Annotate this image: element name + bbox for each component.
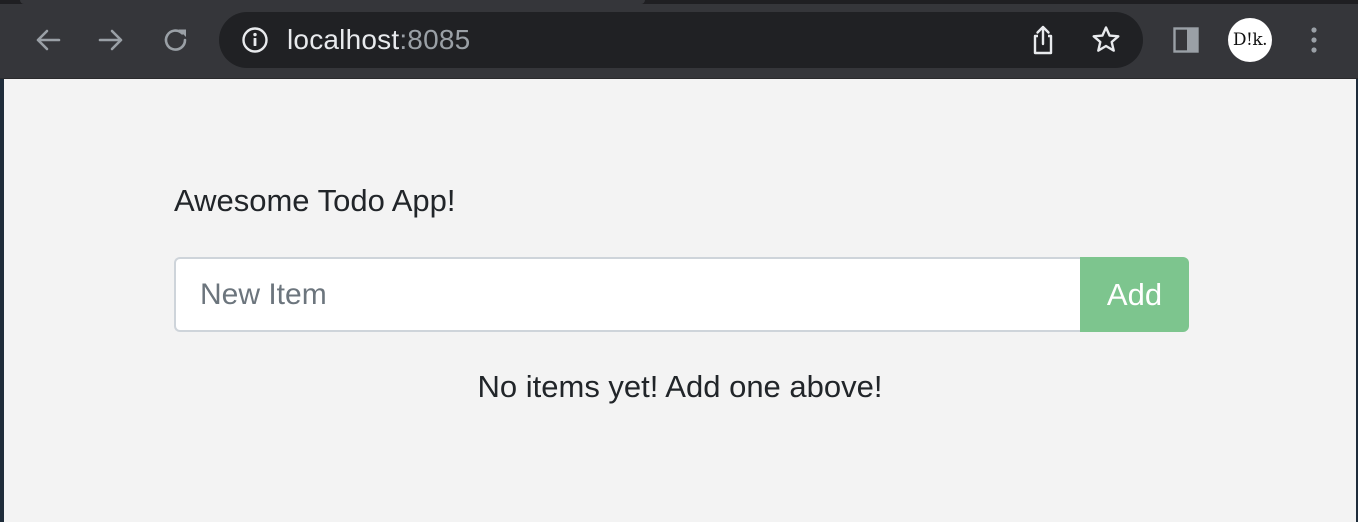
active-tab-edge — [20, 0, 645, 4]
empty-state-message: No items yet! Add one above! — [477, 369, 883, 404]
arrow-left-icon — [36, 29, 61, 51]
reload-icon — [164, 29, 187, 51]
new-item-input[interactable] — [174, 257, 1080, 332]
star-icon — [1092, 26, 1120, 52]
forward-button[interactable] — [89, 18, 133, 62]
share-button[interactable] — [1025, 22, 1061, 58]
address-bar[interactable]: localhost:8085 — [219, 12, 1143, 68]
reload-button[interactable] — [154, 18, 198, 62]
url-port: :8085 — [399, 24, 471, 55]
url-host: localhost — [287, 24, 400, 55]
page-title: Awesome Todo App! — [174, 183, 456, 218]
url-text[interactable]: localhost:8085 — [287, 24, 470, 56]
add-button[interactable]: Add — [1080, 257, 1189, 332]
kebab-menu-icon — [1311, 27, 1317, 53]
new-item-form: Add — [174, 257, 1189, 332]
side-panel-icon — [1173, 27, 1199, 53]
profile-avatar[interactable]: D!k. — [1228, 18, 1272, 62]
side-panel-button[interactable] — [1164, 18, 1208, 62]
share-icon — [1033, 25, 1053, 55]
empty-state: No items yet! Add one above! — [4, 369, 1356, 405]
back-button[interactable] — [26, 18, 70, 62]
info-icon[interactable] — [241, 26, 269, 54]
browser-menu-button[interactable] — [1292, 18, 1336, 62]
arrow-right-icon — [98, 29, 123, 51]
page-content: Awesome Todo App! Add No items yet! Add … — [4, 79, 1356, 522]
browser-toolbar: localhost:8085 D!k. — [0, 0, 1358, 79]
bookmark-button[interactable] — [1088, 22, 1124, 58]
